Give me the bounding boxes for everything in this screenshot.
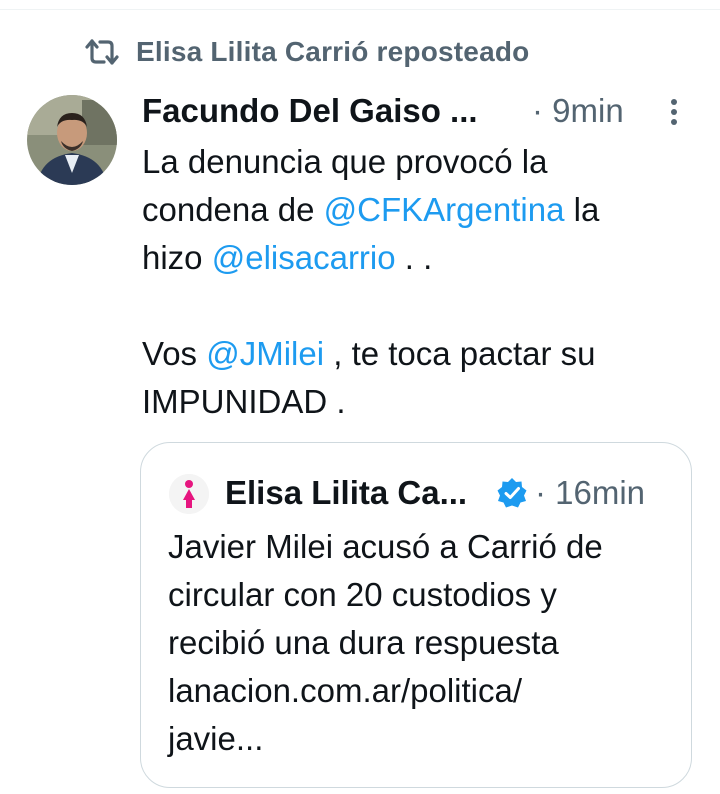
tweet-line: condena de @CFKArgentina la (142, 191, 600, 228)
quote-line: Javier Milei acusó a Carrió de (168, 528, 603, 565)
quote-line: recibió una dura respuesta (168, 624, 559, 661)
tweet-line: IMPUNIDAD . (142, 383, 346, 420)
verified-badge-icon (496, 477, 528, 509)
vertical-dots-icon[interactable] (662, 94, 686, 130)
quote-time[interactable]: · 16min (535, 469, 645, 517)
tweet-time[interactable]: · 9min (532, 86, 624, 136)
quote-link[interactable]: lanacion.com.ar/politica/ (168, 667, 668, 715)
author-avatar[interactable] (27, 95, 117, 185)
tweet-line: Vos @JMilei , te toca pactar su (142, 335, 596, 372)
top-divider (0, 9, 720, 10)
repost-icon (84, 34, 120, 70)
tweet-text: La denuncia que provocó la condena de @C… (142, 138, 682, 426)
mention-link[interactable]: @elisacarrio (212, 239, 396, 276)
mention-link[interactable]: @JMilei (206, 335, 324, 372)
quoted-tweet-card[interactable]: Elisa Lilita Ca... · 16min Javier Milei … (140, 442, 692, 788)
quote-line: circular con 20 custodios y (168, 576, 557, 613)
repost-label: Elisa Lilita Carrió reposteado (136, 36, 530, 67)
quote-author-avatar[interactable] (169, 474, 209, 514)
tweet-header: Facundo Del Gaiso ... · 9min (142, 86, 692, 136)
tweet-line: hizo @elisacarrio . . (142, 239, 433, 276)
quote-text: Javier Milei acusó a Carrió de circular … (168, 523, 668, 763)
quote-link-continued[interactable]: javie... (168, 715, 668, 763)
quote-author-name[interactable]: Elisa Lilita Ca... (225, 469, 467, 517)
author-name[interactable]: Facundo Del Gaiso ... (142, 92, 478, 130)
repost-indicator[interactable]: Elisa Lilita Carrió reposteado (84, 32, 529, 72)
mention-link[interactable]: @CFKArgentina (324, 191, 565, 228)
tweet-line: La denuncia que provocó la (142, 143, 548, 180)
